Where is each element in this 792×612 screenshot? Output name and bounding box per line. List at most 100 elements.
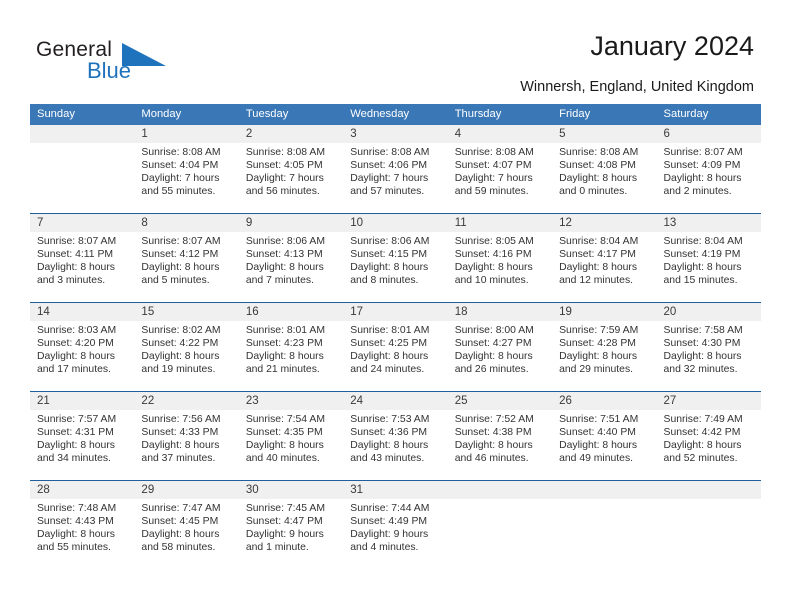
day-cell-27[interactable]: Sunrise: 7:49 AM Sunset: 4:42 PM Daylight:… — [657, 410, 761, 480]
day-number-16[interactable]: 16 — [239, 303, 343, 321]
day-number-27[interactable]: 27 — [657, 392, 761, 410]
day-cell-1[interactable]: Sunrise: 8:08 AM Sunset: 4:04 PM Daylight:… — [134, 143, 238, 213]
day-cell-20[interactable]: Sunrise: 7:58 AM Sunset: 4:30 PM Daylight:… — [657, 321, 761, 391]
sunset-text: Sunset: 4:23 PM — [245, 337, 323, 349]
day-number-7[interactable]: 7 — [30, 214, 134, 232]
day-number-24[interactable]: 24 — [343, 392, 447, 410]
day-cell-28[interactable]: Sunrise: 7:48 AM Sunset: 4:43 PM Daylight:… — [30, 499, 134, 569]
day-number-30[interactable]: 30 — [239, 481, 343, 499]
day-cell-15[interactable]: Sunrise: 8:02 AM Sunset: 4:22 PM Daylight:… — [134, 321, 238, 391]
day-cell-5[interactable]: Sunrise: 8:08 AM Sunset: 4:08 PM Daylight:… — [552, 143, 656, 213]
day-cell-21[interactable]: Sunrise: 7:57 AM Sunset: 4:31 PM Daylight:… — [30, 410, 134, 480]
day-cell-10[interactable]: Sunrise: 8:06 AM Sunset: 4:15 PM Daylight:… — [343, 232, 447, 302]
sunset-text: Sunset: 4:15 PM — [350, 248, 428, 260]
day-cell-22[interactable]: Sunrise: 7:56 AM Sunset: 4:33 PM Daylight:… — [134, 410, 238, 480]
sunset-text: Sunset: 4:22 PM — [141, 337, 219, 349]
day-cell-17[interactable]: Sunrise: 8:01 AM Sunset: 4:25 PM Daylight:… — [343, 321, 447, 391]
daylight-text-line1: Daylight: 7 hours — [245, 172, 324, 184]
sunrise-text: Sunrise: 7:49 AM — [663, 414, 743, 425]
daylight-text-line2: and 57 minutes. — [350, 185, 425, 197]
day-cell-18[interactable]: Sunrise: 8:00 AM Sunset: 4:27 PM Daylight:… — [448, 321, 552, 391]
day-cell-12[interactable]: Sunrise: 8:04 AM Sunset: 4:17 PM Daylight:… — [552, 232, 656, 302]
daylight-text-line1: Daylight: 8 hours — [141, 350, 220, 362]
day-cell-23[interactable]: Sunrise: 7:54 AM Sunset: 4:35 PM Daylight:… — [239, 410, 343, 480]
sunset-text: Sunset: 4:38 PM — [454, 426, 532, 438]
sunset-text: Sunset: 4:05 PM — [245, 159, 323, 171]
day-number-21[interactable]: 21 — [30, 392, 134, 410]
daylight-text-line1: Daylight: 9 hours — [245, 528, 324, 540]
daylight-text-line1: Daylight: 8 hours — [37, 439, 115, 451]
day-cell-empty — [552, 499, 656, 569]
day-cell-2[interactable]: Sunrise: 8:08 AM Sunset: 4:05 PM Daylight:… — [239, 143, 343, 213]
sunset-text: Sunset: 4:07 PM — [454, 159, 532, 171]
day-cell-30[interactable]: Sunrise: 7:45 AM Sunset: 4:47 PM Daylight:… — [239, 499, 343, 569]
sunrise-text: Sunrise: 8:07 AM — [141, 236, 221, 247]
day-number-9[interactable]: 9 — [239, 214, 343, 232]
page-header: General Blue January 2024 Winnersh, Engl… — [0, 0, 792, 100]
daylight-text-line2: and 15 minutes. — [663, 274, 738, 286]
day-cell-9[interactable]: Sunrise: 8:06 AM Sunset: 4:13 PM Daylight:… — [239, 232, 343, 302]
day-number-29[interactable]: 29 — [134, 481, 238, 499]
day-number-15[interactable]: 15 — [134, 303, 238, 321]
week-date-band: 123456 — [30, 125, 761, 143]
day-cell-11[interactable]: Sunrise: 8:05 AM Sunset: 4:16 PM Daylight:… — [448, 232, 552, 302]
day-cell-13[interactable]: Sunrise: 8:04 AM Sunset: 4:19 PM Daylight:… — [657, 232, 761, 302]
day-number-4[interactable]: 4 — [448, 125, 552, 143]
weekday-header-thursday: Thursday — [454, 108, 502, 120]
brand-name-blue: Blue — [87, 58, 132, 83]
day-number-23[interactable]: 23 — [239, 392, 343, 410]
sunrise-text: Sunrise: 7:59 AM — [559, 325, 639, 336]
daylight-text-line1: Daylight: 7 hours — [141, 172, 220, 184]
sunrise-text: Sunrise: 8:08 AM — [454, 147, 534, 158]
day-cell-29[interactable]: Sunrise: 7:47 AM Sunset: 4:45 PM Daylight:… — [134, 499, 238, 569]
day-number-1[interactable]: 1 — [134, 125, 238, 143]
day-number-10[interactable]: 10 — [343, 214, 447, 232]
sunset-text: Sunset: 4:19 PM — [663, 248, 741, 260]
day-cell-25[interactable]: Sunrise: 7:52 AM Sunset: 4:38 PM Daylight:… — [448, 410, 552, 480]
day-number-28[interactable]: 28 — [30, 481, 134, 499]
sunset-text: Sunset: 4:16 PM — [454, 248, 532, 260]
day-number-22[interactable]: 22 — [134, 392, 238, 410]
sunset-text: Sunset: 4:42 PM — [663, 426, 741, 438]
day-cell-7[interactable]: Sunrise: 8:07 AM Sunset: 4:11 PM Daylight:… — [30, 232, 134, 302]
day-number-13[interactable]: 13 — [657, 214, 761, 232]
day-number-31[interactable]: 31 — [343, 481, 447, 499]
day-cell-6[interactable]: Sunrise: 8:07 AM Sunset: 4:09 PM Daylight:… — [657, 143, 761, 213]
day-number-20[interactable]: 20 — [657, 303, 761, 321]
day-number-19[interactable]: 19 — [552, 303, 656, 321]
day-cell-31[interactable]: Sunrise: 7:44 AM Sunset: 4:49 PM Daylight:… — [343, 499, 447, 569]
day-cell-19[interactable]: Sunrise: 7:59 AM Sunset: 4:28 PM Daylight:… — [552, 321, 656, 391]
day-number-6[interactable]: 6 — [657, 125, 761, 143]
daylight-text-line1: Daylight: 8 hours — [454, 350, 533, 362]
day-number-3[interactable]: 3 — [343, 125, 447, 143]
day-number-2[interactable]: 2 — [239, 125, 343, 143]
day-number-12[interactable]: 12 — [552, 214, 656, 232]
day-cell-24[interactable]: Sunrise: 7:53 AM Sunset: 4:36 PM Daylight:… — [343, 410, 447, 480]
sunrise-text: Sunrise: 7:47 AM — [141, 503, 221, 514]
day-number-5[interactable]: 5 — [552, 125, 656, 143]
day-number-26[interactable]: 26 — [552, 392, 656, 410]
daylight-text-line1: Daylight: 9 hours — [350, 528, 429, 540]
day-number-14[interactable]: 14 — [30, 303, 134, 321]
day-cell-8[interactable]: Sunrise: 8:07 AM Sunset: 4:12 PM Daylight:… — [134, 232, 238, 302]
week-date-band: 14 15 16 17 18 19 20 — [30, 303, 761, 321]
day-number-25[interactable]: 25 — [448, 392, 552, 410]
day-cell-16[interactable]: Sunrise: 8:01 AM Sunset: 4:23 PM Daylight:… — [239, 321, 343, 391]
day-number-11[interactable]: 11 — [448, 214, 552, 232]
day-cell-14[interactable]: Sunrise: 8:03 AM Sunset: 4:20 PM Daylight:… — [30, 321, 134, 391]
daylight-text-line2: and 7 minutes. — [245, 274, 315, 286]
calendar-week-row: 7 8 9 10 11 12 13 Sunrise: 8:07 AM Sunset: 4:11 … — [30, 213, 761, 302]
day-number-8[interactable]: 8 — [134, 214, 238, 232]
day-cell-4[interactable]: Sunrise: 8:08 AM Sunset: 4:07 PM Daylight:… — [448, 143, 552, 213]
daylight-text-line2: and 0 minutes. — [559, 185, 628, 197]
sunset-text: Sunset: 4:17 PM — [559, 248, 636, 260]
day-number-18[interactable]: 18 — [448, 303, 552, 321]
brand-logo[interactable]: General Blue — [36, 38, 216, 86]
day-cell-26[interactable]: Sunrise: 7:51 AM Sunset: 4:40 PM Daylight:… — [552, 410, 656, 480]
day-number-17[interactable]: 17 — [343, 303, 447, 321]
day-number-empty — [657, 481, 761, 499]
daylight-text-line1: Daylight: 8 hours — [350, 350, 429, 362]
day-cell-3[interactable]: Sunrise: 8:08 AM Sunset: 4:06 PM Daylight:… — [343, 143, 447, 213]
sunset-text: Sunset: 4:27 PM — [454, 337, 532, 349]
daylight-text-line2: and 17 minutes. — [37, 363, 111, 375]
